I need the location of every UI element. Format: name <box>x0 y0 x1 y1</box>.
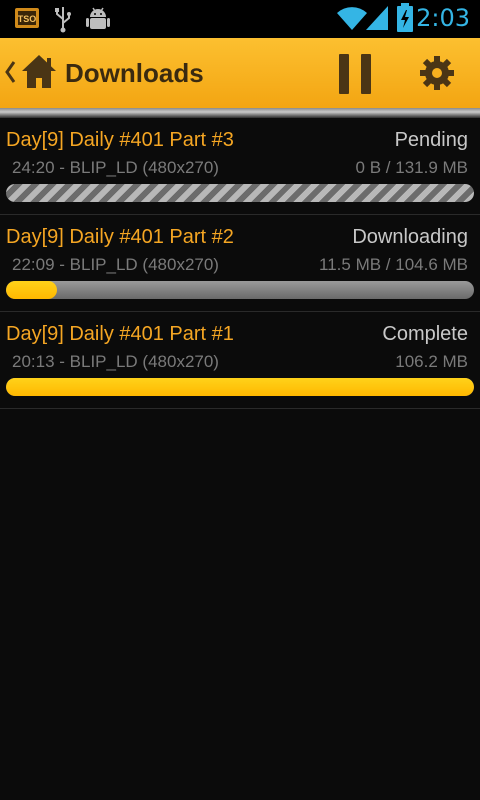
download-meta: 24:20 - BLIP_LD (480x270) <box>12 158 219 177</box>
usb-icon <box>52 5 74 38</box>
progress-bar <box>6 378 474 396</box>
notification-app-icon: TSO <box>14 5 40 36</box>
settings-button[interactable] <box>410 38 466 108</box>
settings-icon <box>419 55 455 96</box>
android-debug-icon <box>86 5 110 38</box>
signal-icon <box>364 4 390 37</box>
download-size: 11.5 MB / 104.6 MB <box>319 255 468 274</box>
pause-all-button[interactable] <box>328 38 382 108</box>
action-bar-divider <box>0 108 480 118</box>
download-name: Day[9] Daily #401 Part #3 <box>6 129 234 151</box>
status-bar: TSO 2:03 <box>0 0 480 38</box>
download-item[interactable]: Day[9] Daily #401 Part #1 Complete 20:13… <box>0 312 480 409</box>
svg-text:TSO: TSO <box>18 14 37 24</box>
downloads-list: Day[9] Daily #401 Part #3 Pending 24:20 … <box>0 118 480 409</box>
action-bar: Downloads <box>0 38 480 108</box>
download-item[interactable]: Day[9] Daily #401 Part #3 Pending 24:20 … <box>0 118 480 215</box>
download-status: Downloading <box>352 226 468 248</box>
progress-bar <box>6 184 474 202</box>
progress-fill <box>6 378 474 396</box>
download-meta: 22:09 - BLIP_LD (480x270) <box>12 255 219 274</box>
download-size: 106.2 MB <box>395 352 468 371</box>
page-title: Downloads <box>65 58 204 88</box>
download-name: Day[9] Daily #401 Part #2 <box>6 226 234 248</box>
download-item[interactable]: Day[9] Daily #401 Part #2 Downloading 22… <box>0 215 480 312</box>
download-meta: 20:13 - BLIP_LD (480x270) <box>12 352 219 371</box>
progress-bar <box>6 281 474 299</box>
home-icon[interactable] <box>20 52 58 97</box>
download-name: Day[9] Daily #401 Part #1 <box>6 323 234 345</box>
download-status: Pending <box>394 129 468 151</box>
download-status: Complete <box>382 323 468 345</box>
up-caret-icon[interactable] <box>4 60 16 89</box>
battery-charging-icon <box>396 3 414 38</box>
clock: 2:03 <box>416 4 470 32</box>
progress-fill <box>6 281 58 299</box>
download-size: 0 B / 131.9 MB <box>355 158 468 177</box>
